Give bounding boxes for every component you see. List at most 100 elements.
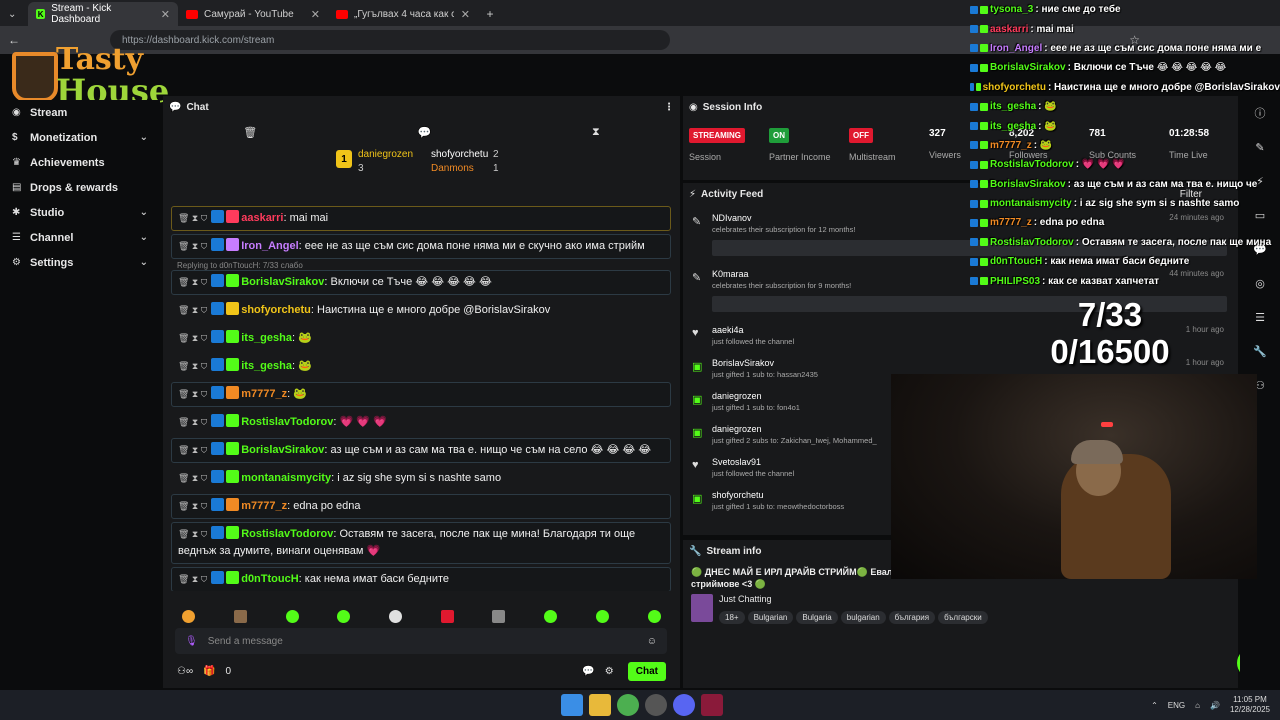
mod-actions-icon[interactable]: 🗑 ⧗ ⛉ [178,417,207,427]
mod-actions-icon[interactable]: 🗑 ⧗ ⛉ [178,389,207,399]
emote-icon[interactable] [544,609,558,623]
mod-actions-icon[interactable]: 🗑 ⧗ ⛉ [178,277,207,287]
trash-icon[interactable]: 🗑 [243,126,257,139]
emote-icon[interactable] [647,609,661,623]
chat-message[interactable]: 🗑 ⧗ ⛉ shofyorchetu: Наистина ще е много д… [171,298,671,323]
stream-tag[interactable]: 18+ [719,611,745,624]
chat-username[interactable]: BorislavSirakov [241,276,324,288]
more-options-icon[interactable]: ⋮ [664,102,674,113]
tab-youtube-2[interactable]: „Гугълвах 4 часа как се пуска ✕ [328,2,478,26]
stream-tag[interactable]: Bulgarian [747,611,794,624]
discord-icon[interactable] [673,694,695,716]
chat-message[interactable]: 🗑 ⧗ ⛉ d0nTtoucH: как нема имат баси бедни… [171,567,671,591]
chat-message[interactable]: 🗑 ⧗ ⛉ montanaismycity: i az sig she sym s… [171,466,671,491]
stream-tag[interactable]: българия [888,611,936,624]
emote-icon[interactable] [234,609,248,623]
chat-username[interactable]: BorislavSirakov [241,444,324,456]
microphone-icon[interactable]: 🎙 [185,636,198,647]
emote-icon[interactable] [389,609,403,623]
list-icon[interactable]: ☰ [1240,300,1280,334]
chat-username[interactable]: d0nTtoucH [241,573,298,585]
file-explorer-icon[interactable] [589,694,611,716]
sidebar-item-stream[interactable]: ◉ Stream [0,100,160,125]
stream-tag[interactable]: български [938,611,988,624]
mod-actions-icon[interactable]: 🗑 ⧗ ⛉ [178,333,207,343]
hourglass-icon[interactable]: ⧗ [592,126,600,139]
chat-header: 💬 Chat ⋮ [163,96,680,118]
chat-text: Наистина ще е много добре @BorislavSirak… [317,304,551,316]
chat-settings-icon[interactable]: 💬 [418,126,432,139]
sidebar-item-studio[interactable]: ✱ Studio ⌄ [0,200,160,225]
url-field[interactable]: https://dashboard.kick.com/stream [110,30,670,50]
volume-icon[interactable]: 🔊 [1210,701,1220,710]
mod-actions-icon[interactable]: 🗑 ⧗ ⛉ [178,213,207,223]
mod-actions-icon[interactable]: 🗑 ⧗ ⛉ [178,305,207,315]
stream-tag[interactable]: bulgarian [840,611,886,624]
mod-actions-icon[interactable]: 🗑 ⧗ ⛉ [178,473,207,483]
mod-actions-icon[interactable]: 🗑 ⧗ ⛉ [178,445,207,455]
emote-icon[interactable] [182,609,196,623]
emoji-picker-icon[interactable]: ☺ [647,636,657,647]
chat-username[interactable]: its_gesha [241,360,292,372]
chrome-icon[interactable] [617,694,639,716]
chat-username[interactable]: aaskarri [241,212,283,224]
sidebar-item-settings[interactable]: ⚙ Settings ⌄ [0,250,160,275]
emote-icon[interactable] [492,609,506,623]
tools-icon[interactable]: 🔧 [1240,334,1280,368]
obs-icon[interactable] [645,694,667,716]
chat-message[interactable]: 🗑 ⧗ ⛉ BorislavSirakov: аз ще съм и аз сам… [171,438,671,463]
overlay-username: aaskarri [990,23,1029,35]
emote-icon[interactable] [440,609,454,623]
chat-message[interactable]: 🗑 ⧗ ⛉ its_gesha: 🐸 [171,326,671,351]
chat-username[interactable]: m7777_z [241,388,287,400]
stat-label: Partner Income [769,152,831,162]
network-icon[interactable]: ⌂ [1195,701,1200,710]
chat-message[interactable]: 🗑 ⧗ ⛉ BorislavSirakov: Включи се Тъче 😂 😂… [171,270,671,295]
leader-second-count: 2 [493,149,499,160]
chat-username[interactable]: m7777_z [241,500,287,512]
viewers-link-icon[interactable]: ⚇∞ [177,666,193,677]
gift-icon[interactable]: 🎁 [203,666,215,677]
chat-message[interactable]: 🗑 ⧗ ⛉ its_gesha: 🐸 [171,354,671,379]
clock[interactable]: 11:05 PM 12/28/2025 [1230,695,1270,715]
overlay-badge-icon [980,102,988,111]
stream-tag[interactable]: Bulgaria [796,611,838,624]
mod-actions-icon[interactable]: 🗑 ⧗ ⛉ [178,574,207,584]
chat-username[interactable]: its_gesha [241,332,292,344]
chat-username[interactable]: RostislavTodorov [241,416,333,428]
mod-actions-icon[interactable]: 🗑 ⧗ ⛉ [178,501,207,511]
sidebar-item-achievements[interactable]: ♛ Achievements [0,150,160,175]
sidebar-item-drops[interactable]: ▤ Drops & rewards [0,175,160,200]
mod-actions-icon[interactable]: 🗑 ⧗ ⛉ [178,241,207,251]
close-tab-icon[interactable]: ✕ [461,8,470,21]
chat-message[interactable]: 🗑 ⧗ ⛉ aaskarri: mai mai [171,206,671,231]
tray-chevron-icon[interactable]: ⌃ [1151,701,1158,710]
chat-username[interactable]: montanaismycity [241,472,331,484]
chat-username[interactable]: shofyorchetu [241,304,311,316]
chat-message[interactable]: 🗑 ⧗ ⛉ Iron_Angel: еее не аз ще съм сис до… [171,234,671,259]
overlay-badge-icon [980,122,988,131]
terminal-icon[interactable] [701,694,723,716]
chat-message[interactable]: 🗑 ⧗ ⛉ RostislavTodorov: 💗 💗 💗 [171,410,671,435]
send-chat-button[interactable]: Chat [627,661,666,681]
chat-username[interactable]: RostislavTodorov [241,528,333,540]
sidebar-item-channel[interactable]: ☰ Channel ⌄ [0,225,160,250]
language-indicator[interactable]: ENG [1168,701,1185,710]
chat-input[interactable]: 🎙 Send a message ☺ [175,628,667,654]
chat-settings-gear-icon[interactable]: ⚙ [605,666,614,677]
close-tab-icon[interactable]: ✕ [311,8,320,21]
chat-message[interactable]: 🗑 ⧗ ⛉ m7777_z: edna po edna [171,494,671,519]
chat-message[interactable]: 🗑 ⧗ ⛉ m7777_z: 🐸 [171,382,671,407]
chat-message[interactable]: 🗑 ⧗ ⛉ RostislavTodorov: Оставям те засега… [171,522,671,564]
mod-actions-icon[interactable]: 🗑 ⧗ ⛉ [178,361,207,371]
mod-actions-icon[interactable]: 🗑 ⧗ ⛉ [178,529,207,539]
windows-start-icon[interactable] [561,694,583,716]
emote-icon[interactable] [595,609,609,623]
new-tab-button[interactable]: + [478,2,502,26]
chat-username[interactable]: Iron_Angel [241,240,298,252]
emote-icon[interactable] [337,609,351,623]
emote-icon[interactable] [285,609,299,623]
sidebar-item-monetization[interactable]: $ Monetization ⌄ [0,125,160,150]
chat-mode-icon[interactable]: 💬 [582,666,594,677]
tab-youtube[interactable]: Самурай - YouTube ✕ [178,2,328,26]
